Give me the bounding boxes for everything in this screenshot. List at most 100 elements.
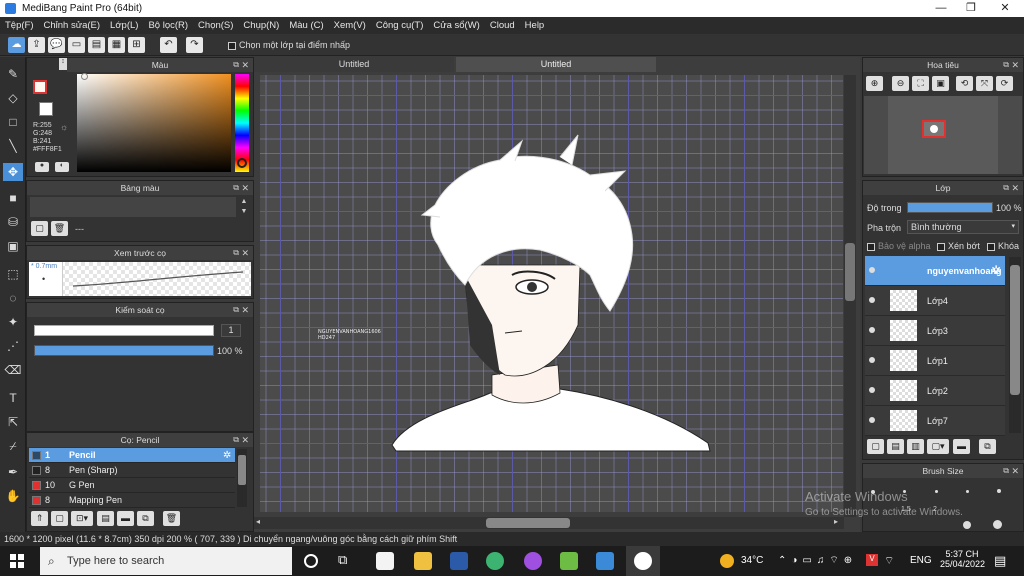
actual-size-icon[interactable]: ▣ — [932, 76, 949, 91]
brush-size-value[interactable]: 1 — [221, 324, 241, 337]
taskbar-search-box[interactable]: ⌕ Type here to search — [40, 547, 292, 575]
folder-icon[interactable]: ▬ — [953, 439, 970, 454]
canvas-vertical-thumb[interactable] — [845, 243, 855, 301]
grid-icon[interactable]: ⊞ — [128, 37, 145, 53]
popout-panel-icon[interactable]: ⧉ — [233, 181, 239, 195]
speech-icon[interactable]: ▭ — [68, 37, 85, 53]
new-brush-icon[interactable]: ▢ — [51, 511, 68, 526]
redo-icon[interactable]: ↷ — [186, 37, 203, 53]
messenger-icon[interactable] — [524, 552, 542, 570]
popout-panel-icon[interactable]: ⧉ — [233, 433, 239, 447]
eyedropper-tool-icon[interactable]: ⌿ — [3, 437, 23, 455]
canvas-vertical-scrollbar[interactable] — [844, 75, 856, 517]
menu-edit[interactable]: Chỉnh sửa(E) — [39, 17, 106, 34]
brush-list-scrollbar[interactable] — [237, 449, 247, 507]
menu-select[interactable]: Chọn(S) — [193, 17, 238, 34]
gradient-tool-icon[interactable]: ▣ — [3, 237, 23, 255]
rotate-left-icon[interactable]: ⟲ — [956, 76, 973, 91]
brush-settings-icon[interactable]: ▤ — [97, 511, 114, 526]
eye-icon[interactable] — [869, 327, 875, 333]
secondary-color-swatch[interactable] — [39, 102, 53, 116]
eraser-tool-icon[interactable]: ◇ — [3, 89, 23, 107]
canvas-horizontal-scrollbar[interactable]: ◂ ▸ — [254, 517, 844, 529]
chrome-icon[interactable] — [486, 552, 504, 570]
rectangle-tool-icon[interactable]: □ — [3, 113, 23, 131]
undo-icon[interactable]: ↶ — [160, 37, 177, 53]
close-panel-icon[interactable]: ✕ — [241, 181, 249, 195]
cloud-icon[interactable]: ☁ — [8, 37, 25, 53]
palette-area[interactable] — [30, 197, 236, 217]
close-panel-icon[interactable]: ✕ — [241, 303, 249, 317]
file-explorer-icon[interactable] — [414, 552, 432, 570]
text-tool-icon[interactable]: T — [3, 389, 23, 407]
system-tray-icons[interactable]: ⌃◑▭♫⌔⊕ — [778, 554, 857, 567]
add-color-icon[interactable]: ● — [35, 162, 49, 172]
checkbox-icon[interactable] — [987, 242, 995, 251]
eye-icon[interactable] — [869, 417, 875, 423]
new-palette-icon[interactable]: ▢ — [31, 221, 48, 236]
primary-color-swatch[interactable] — [33, 80, 47, 94]
popout-panel-icon[interactable]: ⧉ — [1003, 181, 1009, 195]
layer-row[interactable]: Lớp7 — [865, 406, 1005, 436]
menu-file[interactable]: Tệp(F) — [0, 17, 39, 34]
layer-row[interactable]: nguyenvanhoang ✲ — [865, 256, 1005, 286]
comment-icon[interactable]: 💬 — [48, 37, 65, 53]
gear-icon[interactable]: ✲ — [223, 448, 231, 463]
new-layer-icon[interactable]: ▢ — [867, 439, 884, 454]
canvas-horizontal-thumb[interactable] — [486, 518, 570, 528]
eye-icon[interactable] — [869, 297, 875, 303]
menu-view[interactable]: Xem(V) — [329, 17, 371, 34]
brush-size-dot[interactable] — [966, 490, 969, 493]
word-icon[interactable] — [450, 552, 468, 570]
color-mode-icon[interactable]: ◐ — [55, 162, 69, 172]
brush-size-dot[interactable] — [993, 520, 1002, 529]
clock[interactable]: 5:37 CH 25/04/2022 — [940, 549, 985, 569]
brush-item-pencil[interactable]: 1 Pencil ✲ — [29, 448, 235, 463]
checkbox-icon[interactable] — [867, 242, 875, 251]
select-pen-icon[interactable]: ⋰ — [3, 337, 23, 355]
close-panel-icon[interactable]: ✕ — [1011, 58, 1019, 72]
eye-icon[interactable] — [869, 357, 875, 363]
scroll-left-icon[interactable]: ◂ — [256, 517, 260, 526]
close-panel-icon[interactable]: ✕ — [241, 58, 249, 72]
menu-snap[interactable]: Chụp(N) — [238, 17, 284, 34]
eye-icon[interactable] — [869, 387, 875, 393]
checkbox-icon[interactable] — [937, 242, 945, 251]
brush-opacity-slider[interactable] — [34, 345, 214, 356]
drawing-canvas[interactable]: NGUYENVANHOANG1606 HD247 — [260, 75, 843, 512]
layer-scroll-thumb[interactable] — [1010, 265, 1020, 395]
tab-untitled-2[interactable]: Untitled — [456, 57, 656, 72]
bucket-tool-icon[interactable]: ⛁ — [3, 213, 23, 231]
popout-panel-icon[interactable]: ⧉ — [233, 246, 239, 260]
new-halftone-layer-icon[interactable]: ▤ — [887, 439, 904, 454]
tab-untitled-1[interactable]: Untitled — [254, 57, 454, 72]
menu-color[interactable]: Màu (C) — [284, 17, 328, 34]
new-8bit-layer-icon[interactable]: ▥ — [907, 439, 924, 454]
hue-slider[interactable] — [235, 74, 249, 172]
delete-palette-icon[interactable]: 🗑 — [51, 221, 68, 236]
close-button[interactable]: ✕ — [988, 0, 1022, 17]
menu-cloud[interactable]: Cloud — [485, 17, 520, 34]
brush-item-mapping-pen[interactable]: 8 Mapping Pen — [29, 493, 235, 508]
fit-screen-icon[interactable]: ⛶ — [912, 76, 929, 91]
blend-mode-select[interactable]: Bình thường ▾ — [907, 220, 1019, 234]
fill-shape-icon[interactable]: ■ — [3, 189, 23, 207]
add-brush-icon[interactable]: ⇑ — [31, 511, 48, 526]
selection-tool-icon[interactable]: ⬚ — [3, 265, 23, 283]
clip-checkbox[interactable]: Xén bớt — [937, 241, 980, 251]
layer-scrollbar[interactable] — [1009, 257, 1021, 433]
brush-size-slider[interactable] — [34, 325, 214, 336]
layer-row[interactable]: Lớp2 — [865, 376, 1005, 406]
photos-icon[interactable] — [596, 552, 614, 570]
select-eraser-icon[interactable]: ⌫ — [3, 361, 23, 379]
pen-tool-icon[interactable]: ✒ — [3, 463, 23, 481]
brush-item-pen-sharp[interactable]: 8 Pen (Sharp) — [29, 463, 235, 478]
notification-icon[interactable]: ▤ — [994, 553, 1006, 569]
vivaldi-tray-icon[interactable]: V — [866, 554, 878, 566]
task-view-icon[interactable]: ⧉ — [338, 552, 347, 568]
gear-icon[interactable]: ✲ — [991, 263, 1001, 277]
minimize-button[interactable]: — — [924, 0, 958, 17]
saturation-value-field[interactable] — [77, 73, 231, 172]
brush-size-dot[interactable] — [997, 489, 1001, 493]
copy-brush-icon[interactable]: ⧉ — [137, 511, 154, 526]
